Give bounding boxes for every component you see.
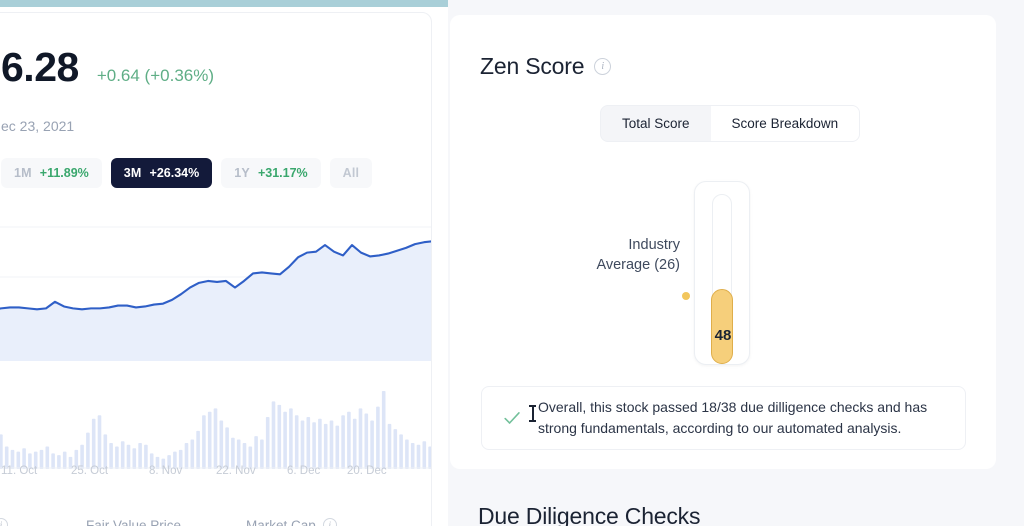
due-diligence-checks-title: Due Diligence Checks [478, 503, 701, 526]
industry-average-marker-dot [682, 292, 690, 300]
summary-line-2: strong fundamentals, according to our au… [538, 420, 902, 436]
tab-score-breakdown[interactable]: Score Breakdown [710, 106, 860, 141]
zen-score-summary-text: Overall, this stock passed 18/38 due dil… [538, 397, 927, 440]
axis-tick-1: 25. Oct [71, 465, 109, 477]
info-icon[interactable]: i [322, 518, 337, 526]
price-area-chart[interactable] [0, 213, 432, 361]
quote-price: 6.28 [1, 44, 79, 90]
zen-score-value: 48 [714, 327, 732, 344]
range-label-3m: 3M [123, 166, 142, 180]
footer-metric-fair-value: Fair Value Price [86, 518, 181, 526]
market-cap-label: Market Cap [246, 517, 316, 526]
zen-score-title: Zen Score [480, 53, 585, 79]
quote-footer-metrics: i Fair Value Price Market Cap i [0, 511, 431, 526]
tab-total-score[interactable]: Total Score [601, 106, 711, 141]
summary-line-1: Overall, this stock passed 18/38 due dil… [538, 398, 928, 415]
fair-value-price-label: Fair Value Price [86, 517, 182, 526]
zen-score-header: Zen Score i [480, 53, 612, 80]
industry-average-line2: Average (26) [596, 256, 680, 273]
zen-score-card: Zen Score i Total Score Score Breakdown … [450, 15, 996, 469]
range-button-3m[interactable]: 3M +26.34% [110, 158, 213, 188]
range-button-all[interactable]: All [329, 158, 373, 188]
axis-tick-0: 11. Oct [1, 465, 38, 477]
industry-average-line1: Industry [628, 237, 680, 253]
footer-metric-market-cap: Market Cap i [246, 518, 337, 526]
range-value-3m: +26.34% [149, 166, 200, 180]
range-label-1y: 1Y [234, 166, 250, 180]
volume-bar-chart[interactable] [0, 381, 432, 469]
industry-average-label: Industry Average (26) [546, 236, 680, 275]
axis-tick-5: 20. Dec [347, 465, 387, 477]
axis-tick-3: 22. Nov [216, 465, 256, 477]
range-value-1y: +31.17% [257, 166, 308, 180]
quote-date: ec 23, 2021 [1, 118, 75, 134]
app-root: 6.28 +0.64 (+0.36%) ec 23, 2021 1M +11.8… [0, 0, 1024, 526]
zen-score-tabs: Total Score Score Breakdown [601, 106, 860, 141]
axis-tick-4: 6. Dec [287, 465, 321, 477]
quote-change: +0.64 (+0.36%) [96, 66, 215, 85]
footer-metric-hidden: i [0, 518, 8, 526]
check-icon [504, 412, 520, 424]
range-label-all: All [342, 166, 360, 180]
range-button-1y[interactable]: 1Y +31.17% [221, 158, 321, 188]
axis-tick-2: 8. Nov [149, 465, 183, 477]
zen-score-summary-box: Overall, this stock passed 18/38 due dil… [481, 386, 966, 450]
range-value-1m: +11.89% [39, 166, 89, 180]
quote-summary: 6.28 +0.64 (+0.36%) [1, 47, 214, 88]
zen-score-gauge[interactable]: 48 [682, 181, 750, 365]
info-icon[interactable]: i [594, 58, 612, 75]
zen-score-panel: Zen Score i Total Score Score Breakdown … [448, 0, 1024, 526]
range-label-1m: 1M [14, 166, 32, 180]
quote-card: 6.28 +0.64 (+0.36%) ec 23, 2021 1M +11.8… [0, 12, 432, 526]
range-button-1m[interactable]: 1M +11.89% [1, 158, 102, 188]
info-icon[interactable]: i [0, 518, 8, 526]
range-selector: 1M +11.89% 3M +26.34% 1Y +31.17% All [1, 158, 373, 188]
price-chart-x-axis: 11. Oct 25. Oct 8. Nov 22. Nov 6. Dec 20… [0, 465, 431, 483]
